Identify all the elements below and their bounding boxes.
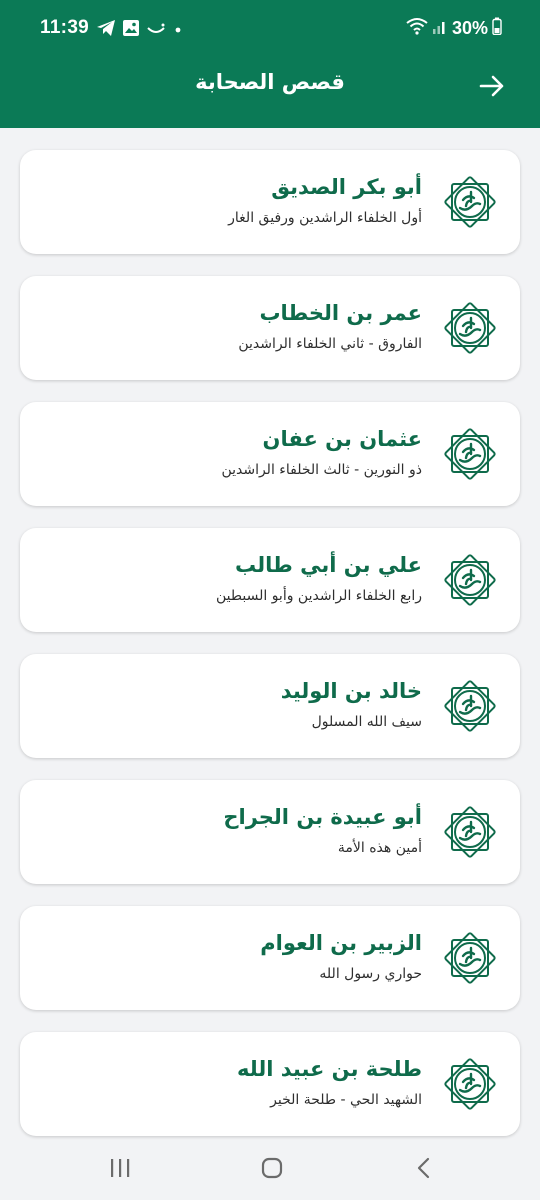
companion-text: عثمان بن عفان ذو النورين - ثالث الخلفاء … <box>40 424 422 480</box>
companion-text: أبو بكر الصديق أول الخلفاء الراشدين ورفي… <box>40 172 422 228</box>
dot-icon <box>172 21 184 40</box>
companion-card[interactable]: عمر بن الخطاب الفاروق - ثاني الخلفاء الر… <box>20 276 520 380</box>
companion-text: الزبير بن العوام حواري رسول الله <box>40 928 422 984</box>
companion-card[interactable]: أبو بكر الصديق أول الخلفاء الراشدين ورفي… <box>20 150 520 254</box>
companion-card[interactable]: خالد بن الوليد سيف الله المسلول <box>20 654 520 758</box>
muhammad-calligraphy-emblem-icon <box>438 926 502 990</box>
muhammad-calligraphy-emblem-icon <box>438 296 502 360</box>
companion-subtitle: أول الخلفاء الراشدين ورفيق الغار <box>228 210 422 226</box>
companion-text: علي بن أبي طالب رابع الخلفاء الراشدين وأ… <box>40 550 422 606</box>
companion-card[interactable]: طلحة بن عبيد الله الشهيد الحي - طلحة الخ… <box>20 1032 520 1136</box>
status-time: 11:39 <box>40 17 90 38</box>
companion-name: علي بن أبي طالب <box>235 553 422 577</box>
companion-subtitle: حواري رسول الله <box>319 966 422 982</box>
back-nav-button[interactable] <box>404 1152 444 1188</box>
companion-name: خالد بن الوليد <box>280 679 422 703</box>
companion-text: عمر بن الخطاب الفاروق - ثاني الخلفاء الر… <box>40 298 422 354</box>
companion-text: طلحة بن عبيد الله الشهيد الحي - طلحة الخ… <box>40 1054 422 1110</box>
wifi-icon <box>406 17 428 39</box>
home-icon <box>260 1156 284 1184</box>
gallery-icon <box>122 19 140 41</box>
companion-subtitle: الشهيد الحي - طلحة الخير <box>270 1092 422 1108</box>
status-bar: 11:39 30% <box>0 0 540 60</box>
companion-name: طلحة بن عبيد الله <box>237 1057 422 1081</box>
companion-subtitle: الفاروق - ثاني الخلفاء الراشدين <box>238 336 422 352</box>
app-icon <box>146 21 166 40</box>
home-button[interactable] <box>252 1152 292 1188</box>
page-title: قصص الصحابة <box>195 70 345 94</box>
title-bar: قصص الصحابة <box>0 62 540 112</box>
companion-name: عثمان بن عفان <box>262 427 422 451</box>
app-header: 11:39 30% قصص الصحابة <box>0 0 540 128</box>
app-screen: 11:39 30% قصص الصحابة أبو بكر الصديق أول… <box>0 0 540 1200</box>
companion-name: عمر بن الخطاب <box>259 301 422 325</box>
signal-icon <box>432 17 448 39</box>
recent-apps-icon <box>108 1157 132 1183</box>
status-indicators: 30% <box>406 17 502 39</box>
companion-subtitle: ذو النورين - ثالث الخلفاء الراشدين <box>221 462 422 478</box>
battery-percentage: 30% <box>451 17 488 38</box>
companion-subtitle: أمين هذه الأمة <box>337 840 422 856</box>
companions-list[interactable]: أبو بكر الصديق أول الخلفاء الراشدين ورفي… <box>0 128 540 1140</box>
system-navigation-bar <box>0 1140 540 1200</box>
telegram-icon <box>96 19 116 41</box>
muhammad-calligraphy-emblem-icon <box>438 170 502 234</box>
back-icon <box>414 1156 434 1184</box>
muhammad-calligraphy-emblem-icon <box>438 800 502 864</box>
muhammad-calligraphy-emblem-icon <box>438 422 502 486</box>
recent-apps-button[interactable] <box>100 1152 140 1188</box>
notification-icons <box>96 19 184 41</box>
companion-name: أبو بكر الصديق <box>271 175 422 199</box>
companion-card[interactable]: عثمان بن عفان ذو النورين - ثالث الخلفاء … <box>20 402 520 506</box>
companion-card[interactable]: أبو عبيدة بن الجراح أمين هذه الأمة <box>20 780 520 884</box>
companion-text: أبو عبيدة بن الجراح أمين هذه الأمة <box>40 802 422 858</box>
companion-subtitle: رابع الخلفاء الراشدين وأبو السبطين <box>216 588 422 604</box>
companion-card[interactable]: علي بن أبي طالب رابع الخلفاء الراشدين وأ… <box>20 528 520 632</box>
battery-icon <box>492 17 502 39</box>
companion-name: أبو عبيدة بن الجراح <box>223 805 422 829</box>
arrow-right-icon <box>479 75 505 101</box>
companion-text: خالد بن الوليد سيف الله المسلول <box>40 676 422 732</box>
muhammad-calligraphy-emblem-icon <box>438 1052 502 1116</box>
companion-name: الزبير بن العوام <box>260 931 422 955</box>
muhammad-calligraphy-emblem-icon <box>438 548 502 612</box>
companion-card[interactable]: الزبير بن العوام حواري رسول الله <box>20 906 520 1010</box>
companion-subtitle: سيف الله المسلول <box>311 714 422 730</box>
back-button[interactable] <box>474 70 510 106</box>
muhammad-calligraphy-emblem-icon <box>438 674 502 738</box>
